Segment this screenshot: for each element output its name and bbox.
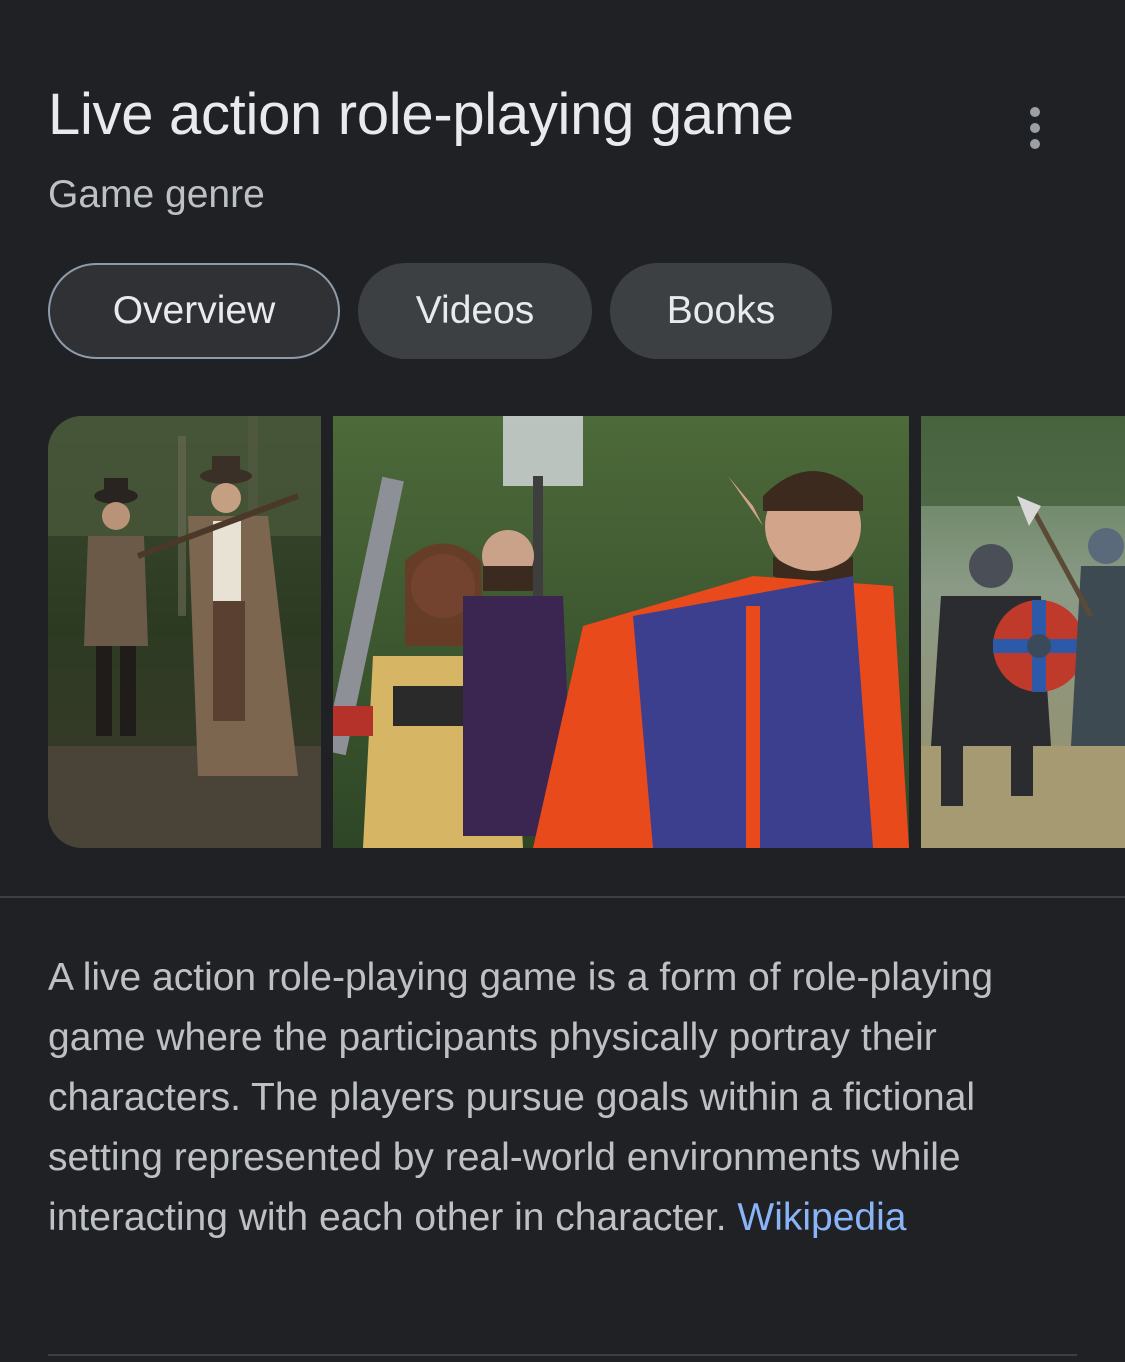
bottom-divider	[48, 1354, 1077, 1356]
larp-photo-image	[333, 416, 909, 848]
entity-type-subtitle: Game genre	[48, 173, 265, 216]
image-thumbnail-viking-battle[interactable]	[921, 416, 1125, 848]
section-divider	[0, 896, 1125, 898]
more-vert-icon-dot	[1030, 139, 1040, 149]
more-vert-icon	[1030, 107, 1040, 117]
battle-photo-image	[921, 416, 1125, 848]
more-options-button[interactable]	[1005, 98, 1065, 158]
tab-videos[interactable]: Videos	[358, 263, 592, 359]
forest-photo-image	[48, 416, 321, 848]
more-vert-icon-dot	[1030, 123, 1040, 133]
page-title: Live action role-playing game	[48, 82, 794, 147]
tab-books[interactable]: Books	[610, 263, 832, 359]
tab-overview[interactable]: Overview	[48, 263, 340, 359]
wikipedia-source-link[interactable]: Wikipedia	[737, 1196, 906, 1239]
image-carousel	[48, 416, 1125, 848]
description-paragraph: A live action role-playing game is a for…	[48, 948, 1088, 1248]
knowledge-panel: Live action role-playing game Game genre…	[0, 0, 1125, 1362]
image-thumbnail-costumed-men[interactable]	[48, 416, 321, 848]
image-thumbnail-larp-participants[interactable]	[333, 416, 909, 848]
